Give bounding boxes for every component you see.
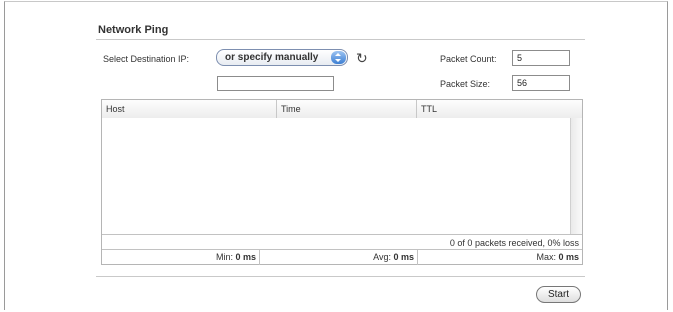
column-header-time[interactable]: Time xyxy=(277,100,417,118)
results-rows xyxy=(102,118,570,234)
destination-ip-select-value: or specify manually xyxy=(225,52,319,63)
stat-avg-value: 0 ms xyxy=(393,252,414,262)
manual-ip-input[interactable] xyxy=(217,76,334,91)
bottom-divider xyxy=(96,276,585,277)
destination-ip-select[interactable]: or specify manually xyxy=(216,49,348,66)
column-header-host[interactable]: Host xyxy=(102,100,277,118)
ping-results-table: Host Time TTL 0 of 0 packets received, 0… xyxy=(101,99,583,265)
stat-max-value: 0 ms xyxy=(558,252,579,262)
stat-max: Max: 0 ms xyxy=(418,250,582,265)
stat-max-label: Max: xyxy=(536,252,559,262)
stat-min: Min: 0 ms xyxy=(102,250,260,265)
packet-count-input[interactable]: 5 xyxy=(512,50,570,66)
packet-loss-summary: 0 of 0 packets received, 0% loss xyxy=(102,234,582,249)
select-arrows-icon xyxy=(331,51,346,64)
timing-stats: Min: 0 ms Avg: 0 ms Max: 0 ms xyxy=(102,249,582,265)
refresh-icon[interactable]: ↻ xyxy=(356,50,368,66)
results-header: Host Time TTL xyxy=(102,100,582,119)
packet-size-input[interactable]: 56 xyxy=(512,75,570,91)
packet-count-label: Packet Count: xyxy=(440,54,497,64)
destination-ip-label: Select Destination IP: xyxy=(103,54,190,64)
column-header-ttl[interactable]: TTL xyxy=(417,100,582,118)
stat-min-value: 0 ms xyxy=(235,252,256,262)
section-title: Network Ping xyxy=(98,24,169,36)
stat-min-label: Min: xyxy=(215,252,236,262)
results-scrollbar[interactable] xyxy=(570,118,582,234)
title-divider xyxy=(96,39,585,40)
start-button[interactable]: Start xyxy=(536,286,581,303)
packet-size-label: Packet Size: xyxy=(440,79,491,89)
stat-avg-label: Avg: xyxy=(373,252,394,262)
stat-avg: Avg: 0 ms xyxy=(260,250,418,265)
